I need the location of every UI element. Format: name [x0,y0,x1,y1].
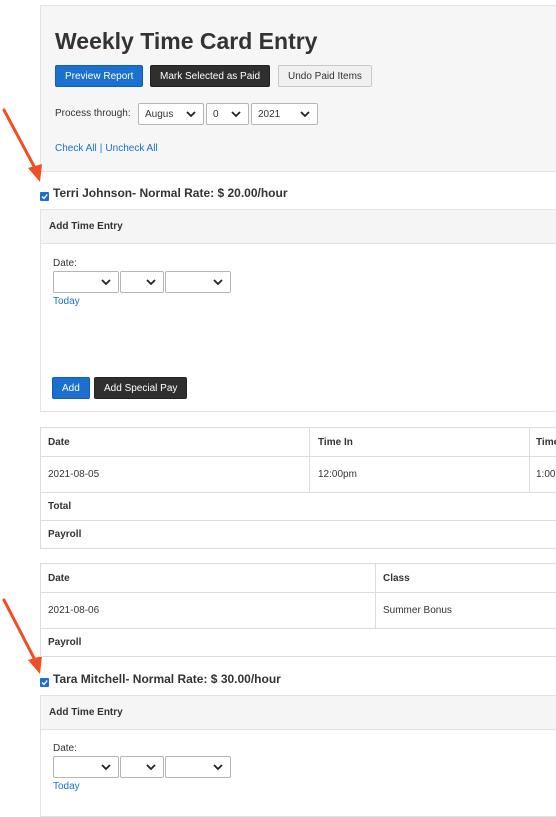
cell-class: Summer Bonus [383,605,452,616]
entry-year-select[interactable] [165,271,231,293]
process-through-label: Process through: [55,108,131,119]
add-special-pay-button[interactable]: Add Special Pay [94,377,188,399]
cell-date: 2021-08-05 [48,469,100,480]
check-all-link[interactable]: Check All [55,143,97,154]
table-header-row: Date Time In Time [41,428,556,457]
entry-month-select[interactable] [53,756,119,778]
chevron-down-icon [100,276,112,288]
chevron-down-icon [185,108,197,120]
employee-checkbox-terri[interactable] [40,192,49,201]
column-header-date: Date [48,436,70,448]
employee-name-tara: Tara Mitchell- Normal Rate: $ 30.00/hour [53,672,281,686]
chevron-down-icon [145,761,157,773]
page-title: Weekly Time Card Entry [55,28,318,54]
date-label: Date: [53,258,77,269]
mark-selected-paid-button[interactable]: Mark Selected as Paid [150,65,271,87]
cell-time-out: 1:00 [536,469,556,480]
process-day-select[interactable]: 0 [206,103,249,125]
chevron-down-icon [100,761,112,773]
add-button[interactable]: Add [52,377,90,399]
undo-paid-items-button[interactable]: Undo Paid Items [278,65,372,87]
cell-time-in: 12:00pm [318,469,357,480]
chevron-down-icon [299,108,311,120]
chevron-down-icon [145,276,157,288]
time-entries-table: Date Time In Time 2021-08-05 12:00pm 1:0… [40,427,556,549]
entry-year-select[interactable] [165,756,231,778]
payroll-label: Payroll [48,529,82,540]
add-time-entry-heading: Add Time Entry [41,210,556,244]
annotation-arrow-icon [2,108,42,182]
table-row[interactable]: 2021-08-06 Summer Bonus [41,593,556,629]
entry-month-select[interactable] [53,271,119,293]
entry-day-select[interactable] [120,271,164,293]
process-month-select[interactable]: Augus [138,103,204,125]
column-header-class: Class [383,572,410,584]
table-row[interactable]: 2021-08-05 12:00pm 1:00 [41,457,556,493]
employee-name-terri: Terri Johnson- Normal Rate: $ 20.00/hour [53,186,288,200]
today-link[interactable]: Today [53,781,80,792]
chevron-down-icon [212,761,224,773]
uncheck-all-link[interactable]: Uncheck All [105,143,157,154]
check-links: Check All | Uncheck All [55,142,158,154]
cell-date: 2021-08-06 [48,605,100,616]
chevron-down-icon [230,108,242,120]
table-header-row: Date Class [41,564,556,593]
column-header-time-out: Time [536,436,556,448]
special-pay-table: Date Class 2021-08-06 Summer Bonus Payro… [40,563,556,657]
total-row: Total [41,493,556,521]
preview-report-button[interactable]: Preview Report [55,65,144,87]
column-header-time-in: Time In [318,436,353,448]
column-header-date: Date [48,572,70,584]
link-separator: | [99,143,103,154]
date-label: Date: [53,743,77,754]
payroll-row: Payroll [41,629,556,656]
payroll-row: Payroll [41,521,556,548]
entry-day-select[interactable] [120,756,164,778]
process-year-select[interactable]: 2021 [251,103,318,125]
today-link[interactable]: Today [53,296,80,307]
total-label: Total [48,501,72,512]
add-time-entry-heading: Add Time Entry [41,696,556,730]
payroll-label: Payroll [48,637,82,648]
chevron-down-icon [212,276,224,288]
process-year-value: 2021 [258,108,281,120]
employee-checkbox-tara[interactable] [40,678,49,687]
process-day-value: 0 [213,108,219,120]
process-month-value: Augus [145,108,174,120]
